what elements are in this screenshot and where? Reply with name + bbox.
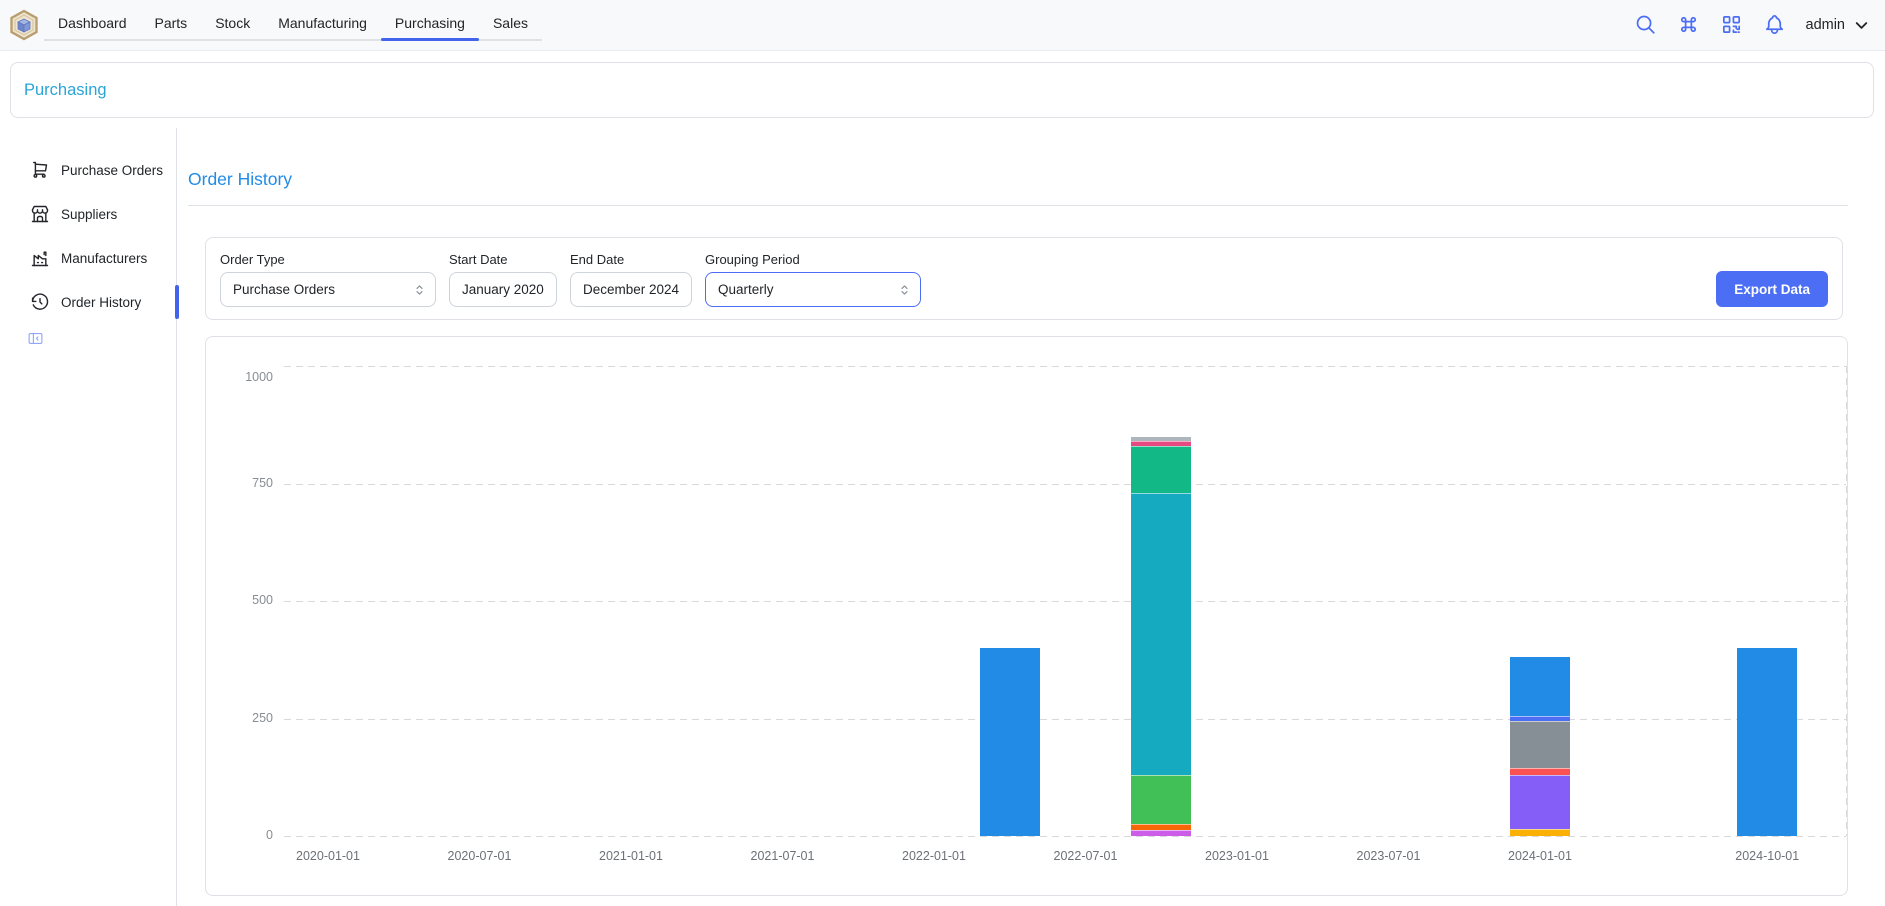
command-palette-button[interactable] <box>1677 13 1701 37</box>
sidebar-item-label: Order History <box>61 295 141 310</box>
export-data-button[interactable]: Export Data <box>1716 271 1828 307</box>
y-axis-tick-label: 0 <box>215 828 273 842</box>
breadcrumb-purchasing[interactable]: Purchasing <box>24 81 107 100</box>
barcode-scan-button[interactable] <box>1720 13 1744 37</box>
main-content: Order History Order Type Purchase Orders… <box>188 128 1885 906</box>
gridline-y500 <box>284 601 1846 602</box>
sidebar: Purchase Orders Suppliers Manufacturers Ord… <box>0 128 177 906</box>
x-axis-tick-label: 2020-01-01 <box>296 849 360 863</box>
x-axis-tick-label: 2021-07-01 <box>751 849 815 863</box>
tab-sales[interactable]: Sales <box>479 8 542 39</box>
tab-dashboard[interactable]: Dashboard <box>44 8 141 39</box>
gridline-y1000 <box>284 366 1846 367</box>
bar-segment[interactable] <box>1510 721 1570 768</box>
bar-segment[interactable] <box>1510 657 1570 716</box>
page-title: Order History <box>188 169 292 190</box>
order-type-value: Purchase Orders <box>233 282 335 297</box>
grouping-period-value: Quarterly <box>718 282 774 297</box>
shopping-cart-icon <box>30 160 50 180</box>
breadcrumb-panel: Purchasing <box>10 62 1874 118</box>
sidebar-item-purchase-orders[interactable]: Purchase Orders <box>0 148 176 192</box>
grouping-period-field: Grouping Period Quarterly <box>705 252 921 307</box>
order-type-select[interactable]: Purchase Orders <box>220 272 436 307</box>
order-type-field: Order Type Purchase Orders <box>220 252 436 307</box>
top-navbar: DashboardPartsStockManufacturingPurchasi… <box>0 0 1885 51</box>
start-date-field: Start Date <box>449 252 557 307</box>
end-date-field: End Date <box>570 252 692 307</box>
bar-segment[interactable] <box>980 648 1040 836</box>
gridline-y750 <box>284 484 1846 485</box>
end-date-label: End Date <box>570 252 692 267</box>
notifications-button[interactable] <box>1763 13 1787 37</box>
building-store-icon <box>30 204 50 224</box>
x-axis-tick-label: 2022-07-01 <box>1054 849 1118 863</box>
main-nav-tabs: DashboardPartsStockManufacturingPurchasi… <box>44 8 542 41</box>
start-date-label: Start Date <box>449 252 557 267</box>
barcode-scan-icon <box>1720 24 1743 39</box>
x-axis-tick-label: 2021-01-01 <box>599 849 663 863</box>
bar-2022-04-01[interactable] <box>980 648 1040 836</box>
sidebar-item-suppliers[interactable]: Suppliers <box>0 192 176 236</box>
app-logo-icon[interactable] <box>8 9 40 41</box>
x-axis-tick-label: 2023-07-01 <box>1357 849 1421 863</box>
order-type-label: Order Type <box>220 252 436 267</box>
select-updown-icon <box>412 282 427 297</box>
bar-segment[interactable] <box>1131 493 1191 775</box>
command-palette-icon <box>1677 24 1700 39</box>
bar-segment[interactable] <box>1510 775 1570 829</box>
y-axis-tick-label: 250 <box>215 711 273 725</box>
y-axis-tick-label: 750 <box>215 476 273 490</box>
grouping-period-select[interactable]: Quarterly <box>705 272 921 307</box>
order-history-chart: 0 250 500 750 1000 2020-01-01 2020-07-01 2021-0… <box>206 337 1847 895</box>
bar-segment[interactable] <box>1737 648 1797 836</box>
navbar-actions: admin <box>1634 0 1872 50</box>
history-icon <box>30 292 50 312</box>
x-axis-tick-label: 2024-10-01 <box>1735 849 1799 863</box>
notifications-icon <box>1763 24 1786 39</box>
bar-2022-10-01[interactable] <box>1131 437 1191 837</box>
bar-segment[interactable] <box>1131 830 1191 836</box>
app-root: DashboardPartsStockManufacturingPurchasi… <box>0 0 1885 906</box>
tab-stock[interactable]: Stock <box>201 8 264 39</box>
bar-segment[interactable] <box>1131 775 1191 824</box>
building-factory-icon <box>30 248 50 268</box>
bar-segment[interactable] <box>1510 829 1570 836</box>
start-date-input[interactable] <box>449 272 557 307</box>
sidebar-collapse-icon <box>27 335 44 350</box>
sidebar-item-label: Purchase Orders <box>61 163 163 178</box>
tab-manufacturing[interactable]: Manufacturing <box>264 8 381 39</box>
bar-segment[interactable] <box>1131 446 1191 493</box>
y-axis-tick-label: 1000 <box>215 370 273 384</box>
filter-panel: Order Type Purchase Orders Start Date En… <box>205 237 1843 320</box>
grouping-period-label: Grouping Period <box>705 252 921 267</box>
sidebar-collapse-button[interactable] <box>26 330 44 348</box>
search-icon <box>1634 24 1657 39</box>
sidebar-item-label: Manufacturers <box>61 251 147 266</box>
x-axis-tick-label: 2020-07-01 <box>448 849 512 863</box>
bar-segment[interactable] <box>1510 768 1570 775</box>
sidebar-item-order-history[interactable]: Order History <box>0 280 176 324</box>
gridline-y0 <box>284 836 1846 837</box>
tab-purchasing[interactable]: Purchasing <box>381 8 479 39</box>
user-menu[interactable]: admin <box>1806 16 1872 35</box>
title-divider <box>188 205 1848 206</box>
sidebar-item-label: Suppliers <box>61 207 117 222</box>
plot-right-border <box>1846 366 1847 836</box>
chevron-down-icon <box>1852 16 1871 35</box>
x-axis-tick-label: 2022-01-01 <box>902 849 966 863</box>
username-label: admin <box>1806 17 1846 33</box>
bar-2024-01-01[interactable] <box>1510 657 1570 836</box>
x-axis-tick-label: 2024-01-01 <box>1508 849 1572 863</box>
chart-panel: 0 250 500 750 1000 2020-01-01 2020-07-01 2021-0… <box>205 336 1848 896</box>
bar-2024-10-01[interactable] <box>1737 648 1797 836</box>
tab-parts[interactable]: Parts <box>141 8 202 39</box>
end-date-input[interactable] <box>570 272 692 307</box>
y-axis-tick-label: 500 <box>215 593 273 607</box>
x-axis-tick-label: 2023-01-01 <box>1205 849 1269 863</box>
gridline-y250 <box>284 719 1846 720</box>
select-updown-icon <box>897 282 912 297</box>
search-button[interactable] <box>1634 13 1658 37</box>
sidebar-item-manufacturers[interactable]: Manufacturers <box>0 236 176 280</box>
